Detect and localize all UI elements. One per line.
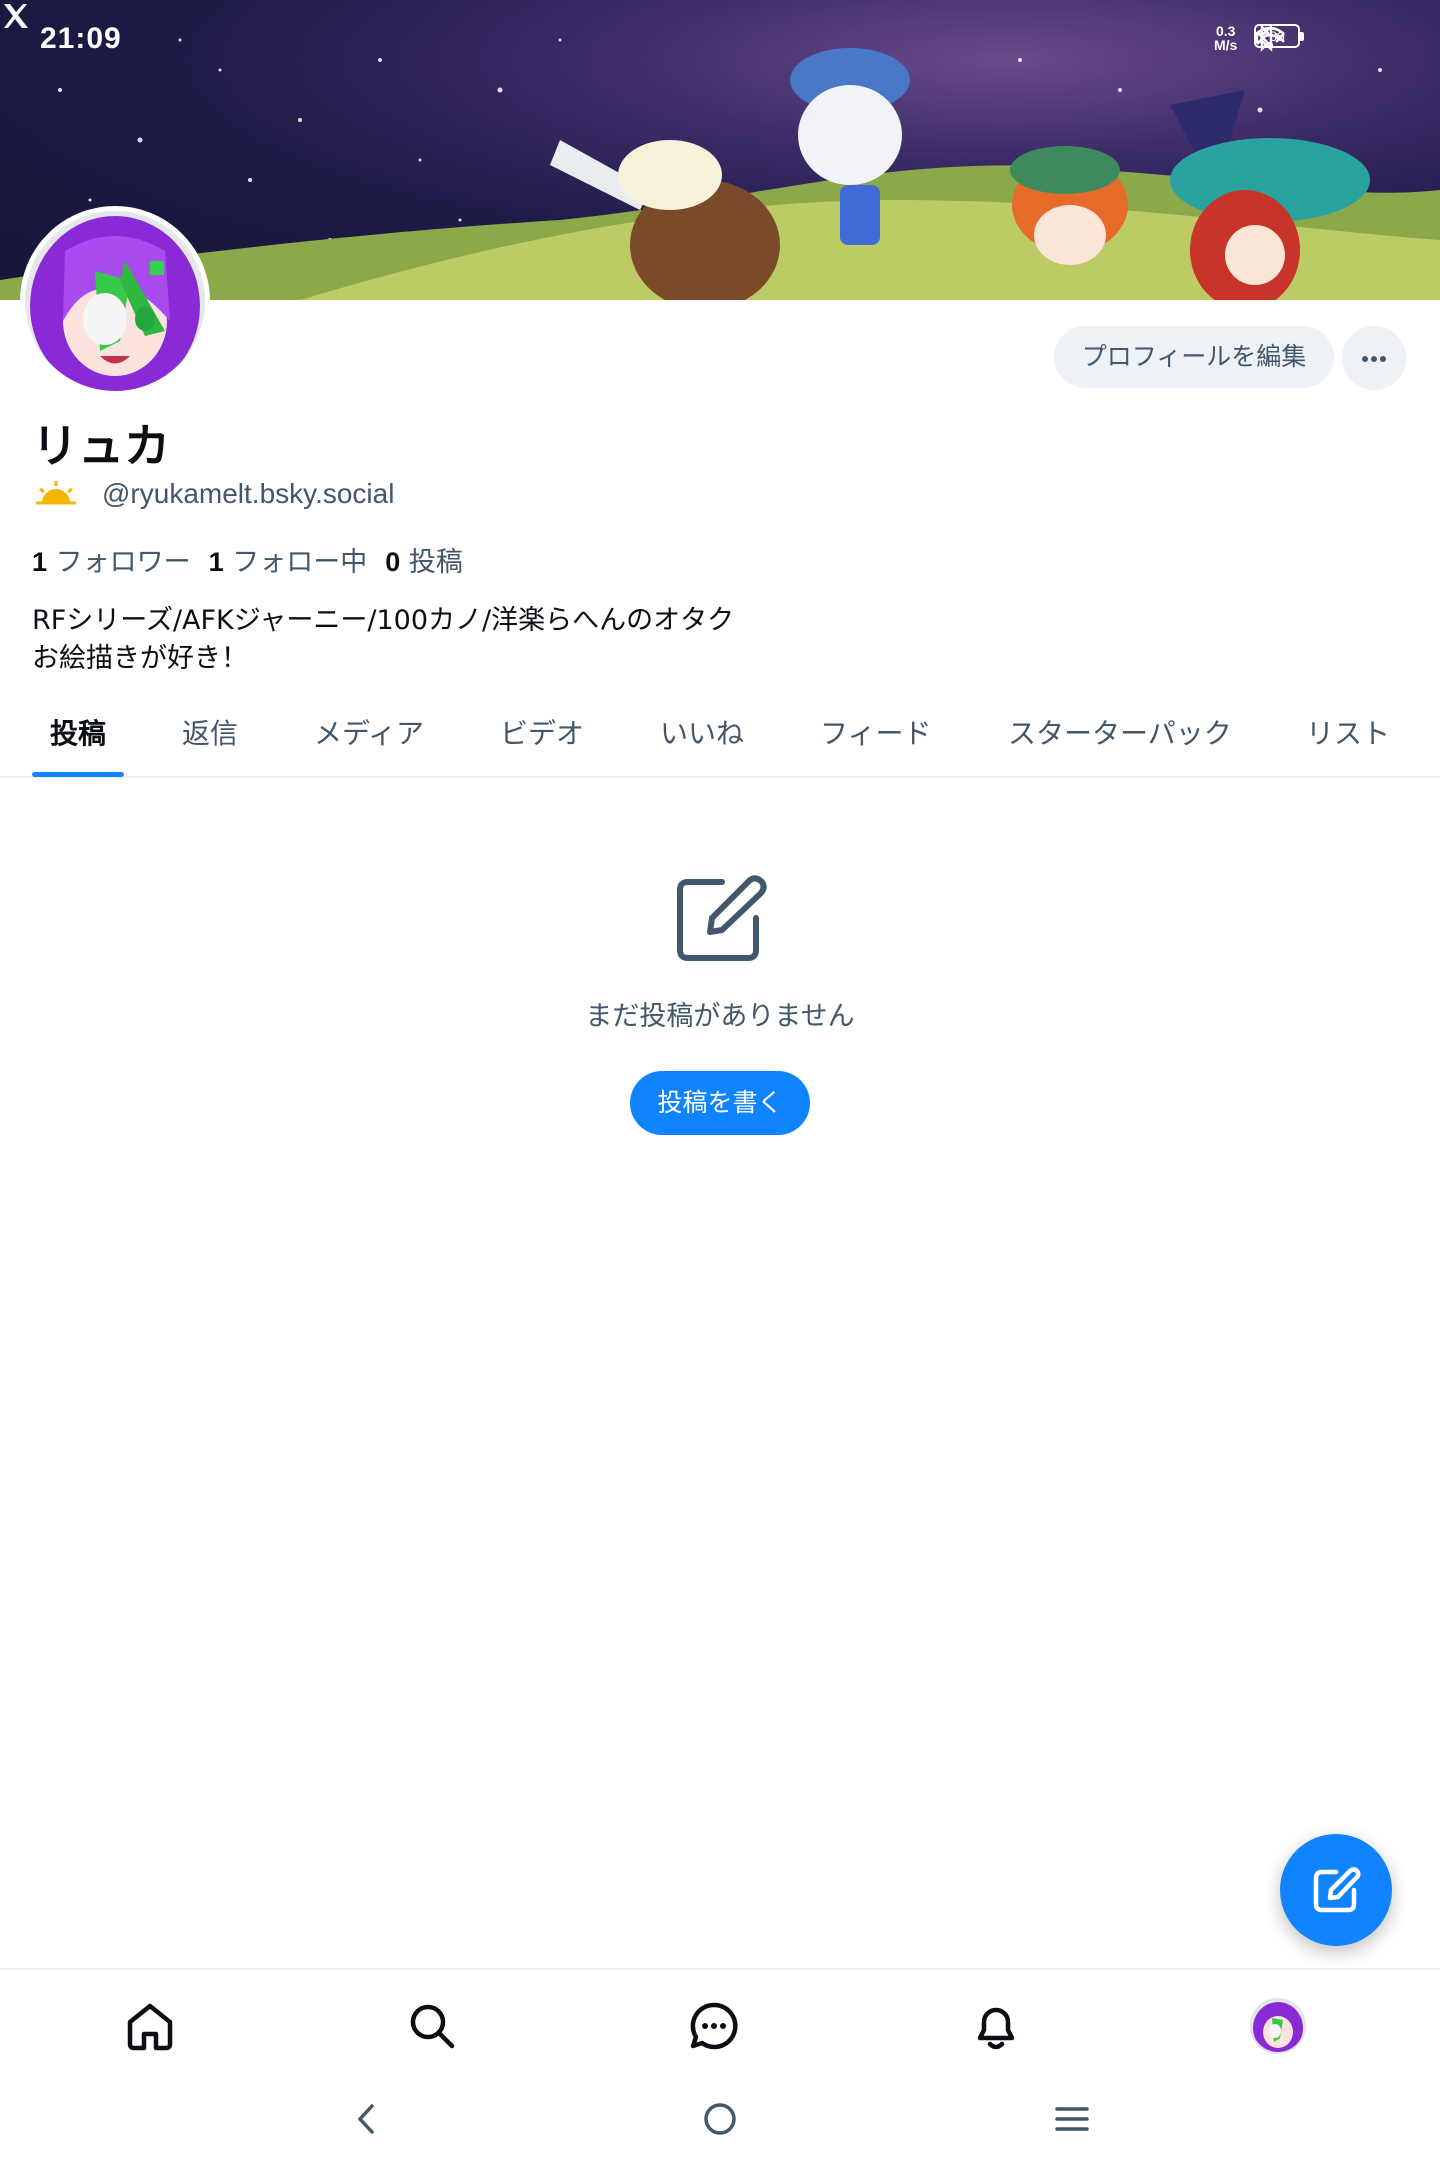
status-time: 21:09 — [40, 22, 122, 55]
tab-videos[interactable]: ビデオ — [500, 712, 584, 752]
system-navigation — [0, 2080, 1440, 2160]
followers-stat[interactable]: 1 フォロワー — [32, 540, 191, 579]
home-icon[interactable] — [124, 2000, 176, 2052]
profile-tabs: 投稿 返信 メディア ビデオ いいね フィード スターターパック リスト — [0, 700, 1440, 778]
bell-icon[interactable] — [970, 2000, 1022, 2052]
tab-likes[interactable]: いいね — [660, 712, 744, 752]
chat-icon[interactable] — [688, 2000, 740, 2052]
empty-state-message: まだ投稿がありません — [585, 1001, 855, 1032]
bottom-navigation — [0, 1968, 1440, 2080]
compose-icon — [1313, 1867, 1361, 1913]
profile-bio: RFシリーズ/AFKジャーニー/100カノ/洋楽らへんのオタク お絵描きが好き！ — [32, 605, 735, 674]
network-speed: 0.3 M/s — [1214, 23, 1238, 53]
menu-icon[interactable] — [1047, 2094, 1097, 2144]
search-icon[interactable] — [406, 2000, 458, 2052]
sun-icon — [36, 481, 76, 505]
active-tab-indicator — [32, 772, 124, 777]
following-stat[interactable]: 1 フォロー中 — [209, 540, 368, 579]
tab-lists[interactable]: リスト — [1306, 712, 1390, 752]
profile-stats: 1 フォロワー 1 フォロー中 0 投稿 — [32, 540, 463, 579]
compose-fab[interactable] — [1280, 1834, 1392, 1946]
write-post-button[interactable]: 投稿を書く — [630, 1071, 810, 1135]
tab-media[interactable]: メディア — [314, 712, 424, 752]
tab-replies[interactable]: 返信 — [182, 712, 238, 752]
edit-profile-button[interactable]: プロフィールを編集 — [1054, 326, 1334, 388]
display-name: リュカ — [32, 419, 170, 473]
edit-square-icon — [677, 875, 767, 961]
tab-feeds[interactable]: フィード — [820, 712, 931, 752]
home-circle-icon[interactable] — [695, 2094, 745, 2144]
avatar-illustration — [25, 211, 205, 391]
more-dots-icon — [1362, 356, 1368, 362]
tab-starter-packs[interactable]: スターターパック — [1008, 712, 1232, 752]
more-options-button[interactable] — [1342, 326, 1406, 390]
profile-avatar[interactable] — [20, 206, 210, 396]
back-icon[interactable] — [342, 2094, 392, 2144]
status-bar: 21:09 0.3 M/s 86 — [0, 0, 1440, 80]
tab-posts[interactable]: 投稿 — [50, 712, 106, 752]
profile-banner[interactable]: 21:09 0.3 M/s 86 — [0, 0, 1440, 300]
battery-indicator: 86 — [1254, 24, 1304, 48]
posts-stat: 0 投稿 — [385, 547, 463, 578]
x-logo-icon — [4, 4, 28, 28]
profile-handle[interactable]: @ryukamelt.bsky.social — [102, 478, 394, 510]
nav-profile-avatar[interactable] — [1250, 1998, 1306, 2054]
